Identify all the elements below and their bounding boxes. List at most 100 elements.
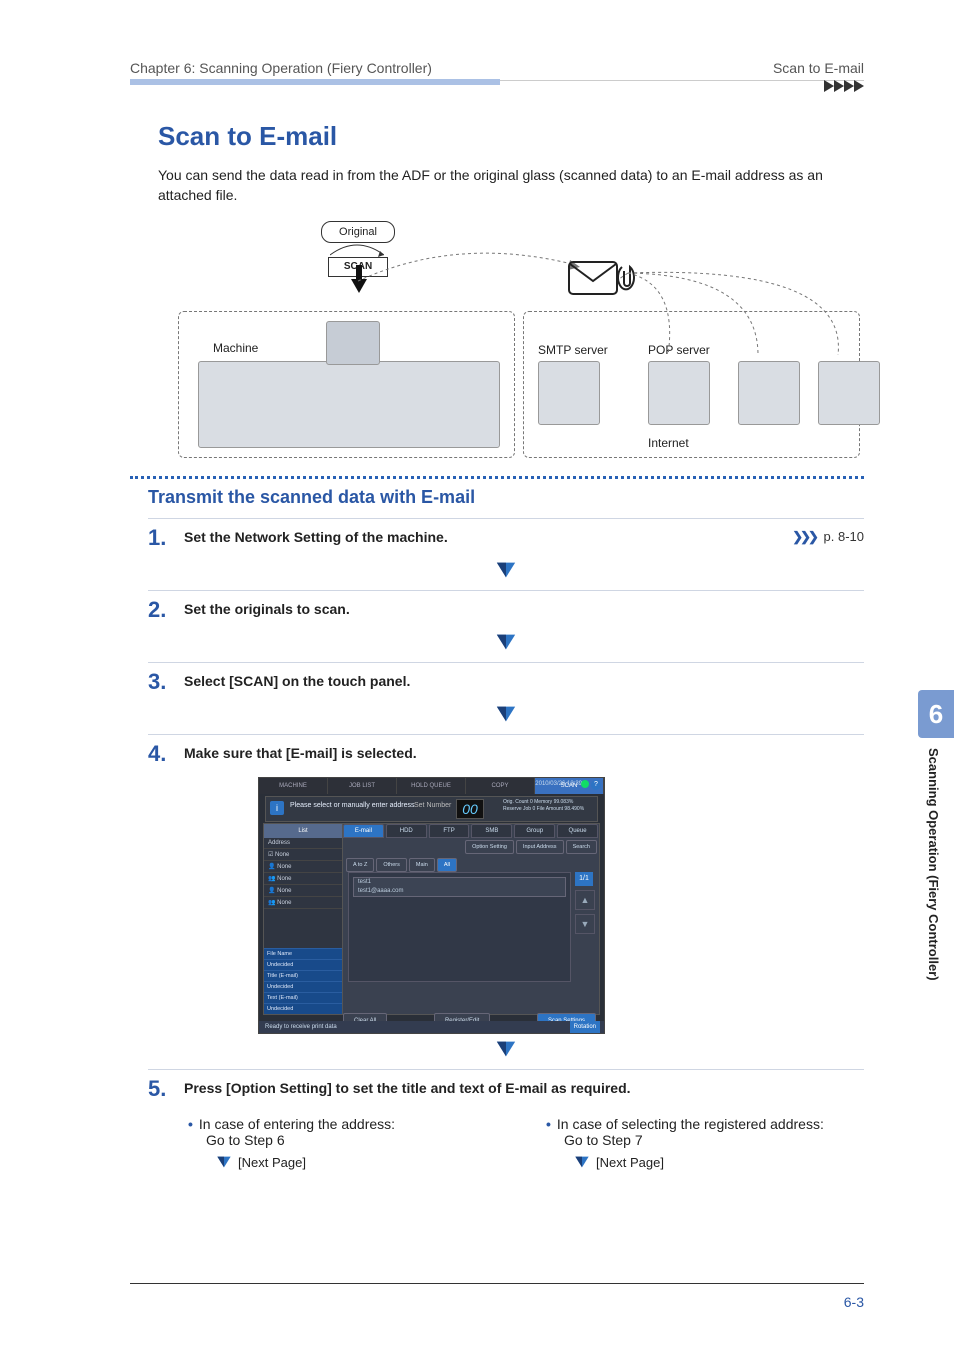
chip-atoz[interactable]: A to Z bbox=[346, 858, 374, 872]
action-row: Option Setting Input Address Search bbox=[342, 840, 599, 854]
info-bar: i Please select or manually enter addres… bbox=[265, 796, 598, 822]
page-footer: 6-3 bbox=[130, 1283, 864, 1310]
client-pc-1-illustration bbox=[738, 361, 800, 425]
dotted-divider bbox=[130, 476, 864, 479]
set-number-label: Set Number bbox=[414, 802, 451, 809]
dashed-arrow-icon bbox=[358, 245, 588, 285]
step-5: 5 Press [Option Setting] to set the titl… bbox=[148, 1069, 864, 1106]
tab-machine[interactable]: MACHINE bbox=[259, 778, 328, 794]
panel-body: List Address ☑ None 👤 None 👥 None 👤 None… bbox=[263, 823, 600, 1015]
steps-list: 1 Set the Network Setting of the machine… bbox=[148, 518, 864, 1170]
step-1: 1 Set the Network Setting of the machine… bbox=[148, 518, 864, 555]
bullet-icon: • bbox=[188, 1116, 193, 1132]
step-number: 2 bbox=[148, 599, 184, 621]
dest-tab-ftp[interactable]: FTP bbox=[429, 824, 470, 838]
printer-illustration bbox=[198, 361, 500, 448]
dashed-fanout-icon bbox=[618, 245, 868, 365]
step-text: Press [Option Setting] to set the title … bbox=[184, 1080, 864, 1096]
side-item[interactable]: 👤 None bbox=[264, 861, 342, 873]
chapter-side-tab: 6 Scanning Operation (Fiery Controller) bbox=[918, 690, 954, 1110]
side-info-block: File Name Undecided Title (E-mail) Undec… bbox=[264, 948, 342, 1014]
side-item[interactable]: ☑ None bbox=[264, 849, 342, 861]
address-list: test1 test1@aaaa.com bbox=[348, 872, 571, 982]
side-item[interactable]: Address bbox=[264, 838, 342, 849]
scroll-up-button[interactable]: ▲ bbox=[575, 890, 595, 910]
down-arrow-icon bbox=[148, 1038, 864, 1065]
step-number: 1 bbox=[148, 527, 184, 549]
smtp-server-illustration bbox=[538, 361, 600, 425]
step-4: 4 Make sure that [E-mail] is selected. bbox=[148, 734, 864, 771]
step-2: 2 Set the originals to scan. bbox=[148, 590, 864, 627]
input-address-button[interactable]: Input Address bbox=[516, 840, 564, 854]
memory-status: Orig. Count 0 Memory 99.083% Reserve Job… bbox=[503, 799, 593, 813]
list-scroll: 1/1 ▲ ▼ bbox=[575, 872, 593, 982]
monitor-illustration bbox=[326, 321, 380, 365]
dest-tab-smb[interactable]: SMB bbox=[471, 824, 512, 838]
option-setting-button[interactable]: Option Setting bbox=[465, 840, 514, 854]
step-text: Select [SCAN] on the touch panel. bbox=[184, 673, 864, 689]
search-button[interactable]: Search bbox=[566, 840, 597, 854]
datetime-label: 2010/03/26 13:39 bbox=[535, 781, 582, 787]
page-number: 6-3 bbox=[844, 1294, 864, 1310]
page-header: Chapter 6: Scanning Operation (Fiery Con… bbox=[130, 60, 864, 81]
side-list-header: List bbox=[264, 824, 342, 838]
chapter-number: 6 bbox=[918, 690, 954, 738]
chip-main[interactable]: Main bbox=[409, 858, 435, 872]
bullet-icon: • bbox=[546, 1116, 551, 1132]
destination-tabs: E-mail HDD FTP SMB Group Queue bbox=[342, 824, 599, 838]
page-count: 1/1 bbox=[575, 872, 593, 886]
dest-tab-email[interactable]: E-mail bbox=[343, 824, 384, 838]
down-arrow-icon bbox=[148, 631, 864, 658]
chip-others[interactable]: Others bbox=[376, 858, 407, 872]
info-text: Please select or manually enter address bbox=[290, 802, 415, 809]
address-entry[interactable]: test1 test1@aaaa.com bbox=[353, 877, 566, 897]
set-number-value: 00 bbox=[456, 799, 484, 819]
scroll-down-button[interactable]: ▼ bbox=[575, 914, 595, 934]
dest-tab-hdd[interactable]: HDD bbox=[386, 824, 427, 838]
subsection-title: Transmit the scanned data with E-mail bbox=[148, 487, 864, 508]
next-page-link[interactable]: [Next Page] bbox=[574, 1154, 864, 1170]
section-title: Scan to E-mail bbox=[158, 121, 864, 152]
step-text: Set the Network Setting of the machine. bbox=[184, 529, 864, 545]
step-text: Set the originals to scan. bbox=[184, 601, 864, 617]
down-arrow-icon bbox=[148, 703, 864, 730]
info-icon: i bbox=[270, 801, 284, 815]
next-page-link[interactable]: [Next Page] bbox=[216, 1154, 506, 1170]
chip-all[interactable]: All bbox=[437, 858, 457, 872]
smtp-label: SMTP server bbox=[538, 343, 608, 357]
tab-copy[interactable]: COPY bbox=[466, 778, 535, 794]
dest-tab-group[interactable]: Group bbox=[514, 824, 555, 838]
machine-label: Machine bbox=[213, 341, 258, 355]
tab-job-list[interactable]: JOB LIST bbox=[328, 778, 397, 794]
step-5-options: •In case of entering the address: Go to … bbox=[188, 1116, 864, 1170]
intro-paragraph: You can send the data read in from the A… bbox=[158, 166, 864, 205]
side-item[interactable]: 👤 None bbox=[264, 885, 342, 897]
status-bar: Ready to receive print data Rotation bbox=[259, 1021, 604, 1033]
page-reference-link[interactable]: ❯❯❯ p. 8-10 bbox=[792, 529, 864, 545]
client-pc-2-illustration bbox=[818, 361, 880, 425]
rotation-indicator: Rotation bbox=[570, 1021, 600, 1033]
step-number: 5 bbox=[148, 1078, 184, 1100]
side-panel: List Address ☑ None 👤 None 👥 None 👤 None… bbox=[264, 824, 343, 1014]
flow-diagram: Original SCAN Machine SMTP server POP se… bbox=[158, 221, 836, 466]
down-arrow-icon bbox=[148, 559, 864, 586]
reference-arrows-icon: ❯❯❯ bbox=[792, 529, 816, 544]
header-arrow-icon bbox=[130, 79, 864, 97]
option-registered-address: •In case of selecting the registered add… bbox=[546, 1116, 864, 1170]
main-panel: E-mail HDD FTP SMB Group Queue Option Se… bbox=[342, 824, 599, 1014]
header-left: Chapter 6: Scanning Operation (Fiery Con… bbox=[130, 60, 432, 76]
side-item[interactable]: 👥 None bbox=[264, 873, 342, 885]
dest-tab-queue[interactable]: Queue bbox=[557, 824, 598, 838]
step-number: 4 bbox=[148, 743, 184, 765]
side-item[interactable]: 👥 None bbox=[264, 897, 342, 909]
header-right: Scan to E-mail bbox=[773, 60, 864, 76]
step-text: Make sure that [E-mail] is selected. bbox=[184, 745, 864, 761]
step-3: 3 Select [SCAN] on the touch panel. bbox=[148, 662, 864, 699]
tab-hold-queue[interactable]: HOLD QUEUE bbox=[397, 778, 466, 794]
filter-chips: A to Z Others Main All bbox=[342, 858, 599, 872]
step-number: 3 bbox=[148, 671, 184, 693]
option-enter-address: •In case of entering the address: Go to … bbox=[188, 1116, 506, 1170]
original-pill: Original bbox=[321, 221, 395, 243]
pop-server-illustration bbox=[648, 361, 710, 425]
internet-label: Internet bbox=[648, 436, 689, 450]
